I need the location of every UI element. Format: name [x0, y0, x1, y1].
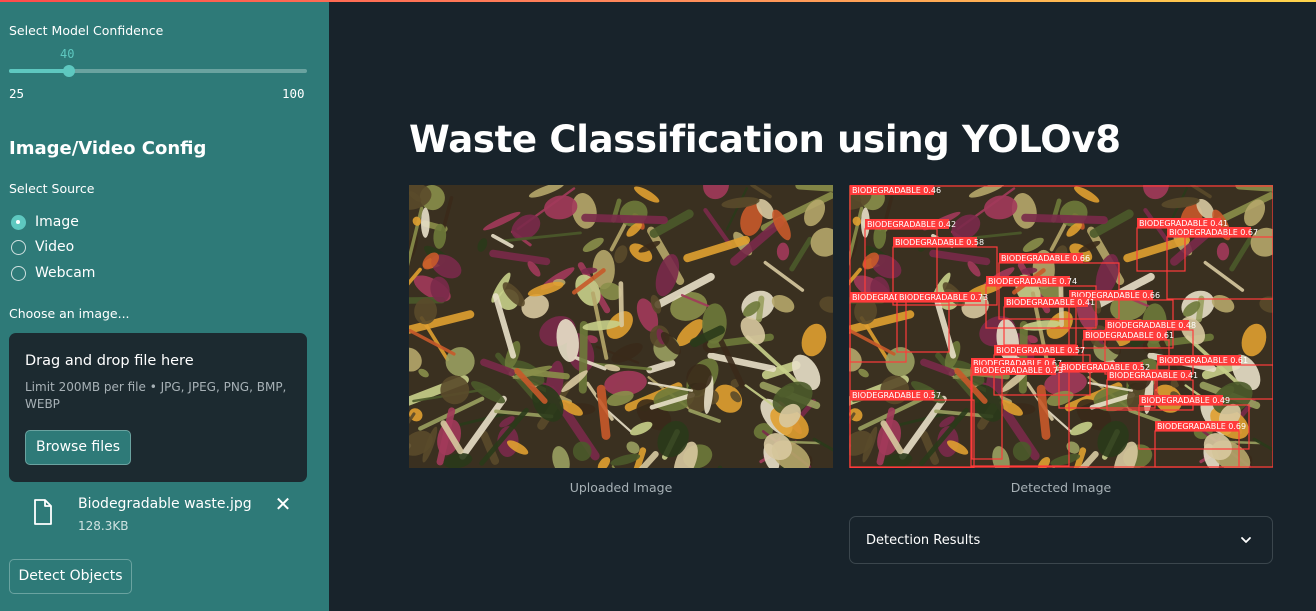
detection-label: BIODEGRADABLE 0.46	[852, 186, 941, 195]
source-option-label: Video	[35, 239, 75, 255]
radio-unselected-icon[interactable]	[11, 265, 26, 281]
source-option-label: Webcam	[35, 265, 96, 281]
detection-label: BIODEGRADABLE 0.41	[1006, 298, 1095, 307]
detection-results-expander[interactable]: Detection Results	[849, 516, 1273, 564]
detection-box	[896, 301, 950, 353]
source-option-webcam[interactable]: Webcam	[11, 265, 95, 281]
detection-label: BIODEGRADABLE 0.57	[996, 346, 1085, 355]
source-option-image[interactable]: Image	[11, 214, 79, 230]
confidence-slider-thumb[interactable]	[62, 65, 75, 77]
detection-label: BIODEGRADABLE 0.41	[1109, 371, 1198, 380]
detection-results-label: Detection Results	[866, 533, 981, 548]
confidence-slider-track[interactable]	[9, 69, 307, 73]
uploaded-file-row: Biodegradable waste.jpg 128.3KB ✕	[9, 490, 307, 538]
file-icon	[34, 499, 52, 525]
confidence-label: Select Model Confidence	[9, 23, 164, 38]
config-heading: Image/Video Config	[9, 138, 207, 159]
detection-overlay: BIODEGRADABLE 0.46 BIODEGRADABLE 0.42 BIOD…	[849, 185, 1273, 468]
detection-label: BIODEGRADABLE 0.57	[852, 391, 941, 400]
file-size: 128.3KB	[78, 519, 129, 533]
page-title: Waste Classification using YOLOv8	[409, 118, 1121, 161]
detection-box	[1166, 236, 1273, 300]
detection-label: BIODEGRADABLE 0.41	[1139, 219, 1228, 228]
dropzone-title: Drag and drop file here	[25, 353, 194, 369]
detection-label: BIODEGRADABLE 0.61	[1085, 331, 1174, 340]
detection-box	[971, 374, 1003, 460]
compost-photo	[409, 185, 833, 468]
detect-objects-button[interactable]: Detect Objects	[9, 559, 132, 594]
detection-label: BIODEGRADABLE 0.74	[988, 277, 1077, 286]
detection-label: BIODEGRADABLE 0.58	[895, 238, 984, 247]
detection-label: BIODEGRADABLE 0.42	[867, 220, 956, 229]
detection-box	[849, 399, 975, 468]
file-name: Biodegradable waste.jpg	[78, 496, 252, 512]
top-decoration-bar	[0, 0, 1316, 2]
confidence-slider-fill	[9, 69, 69, 73]
uploaded-image	[409, 185, 833, 468]
detection-label: BIODEGRADABLE 0.73	[899, 293, 988, 302]
detected-image-caption: Detected Image	[1010, 480, 1112, 495]
file-dropzone[interactable]: Drag and drop file here Limit 200MB per …	[9, 333, 307, 482]
detection-box	[1003, 306, 1077, 346]
source-label: Select Source	[9, 181, 95, 196]
detection-label: BIODEGRADABLE 0.67	[1169, 228, 1258, 237]
source-option-label: Image	[35, 214, 79, 230]
chevron-down-icon	[1241, 537, 1251, 543]
sidebar: Select Model Confidence 40 25 100 Image/…	[0, 0, 329, 611]
source-option-video[interactable]: Video	[11, 239, 74, 255]
detected-image: BIODEGRADABLE 0.46 BIODEGRADABLE 0.42 BIOD…	[849, 185, 1273, 468]
detection-label: BIODEGRADABLE 0.69	[1157, 422, 1246, 431]
detection-label: BIODEGRADABLE 0.61	[1159, 356, 1248, 365]
uploaded-image-caption: Uploaded Image	[569, 480, 673, 495]
close-icon[interactable]: ✕	[272, 493, 294, 515]
confidence-value: 40	[60, 47, 75, 61]
detection-label: BIODEGRADABLE 0.66	[1001, 254, 1090, 263]
detection-label: BIODEGRADABLE 0.49	[1141, 396, 1230, 405]
confidence-min: 25	[9, 86, 25, 101]
dropzone-limit: Limit 200MB per file • JPG, JPEG, PNG, B…	[25, 380, 287, 411]
chooser-label: Choose an image...	[9, 306, 130, 321]
detection-label: BIODEGRADABLE 0.73	[974, 366, 1063, 375]
browse-files-button[interactable]: Browse files	[25, 430, 131, 465]
detection-label: BIODEGRADABLE 0.48	[1107, 321, 1196, 330]
radio-unselected-icon[interactable]	[11, 239, 26, 255]
radio-selected-icon[interactable]	[11, 214, 26, 230]
confidence-max: 100	[282, 86, 305, 101]
detection-box	[970, 367, 1070, 467]
